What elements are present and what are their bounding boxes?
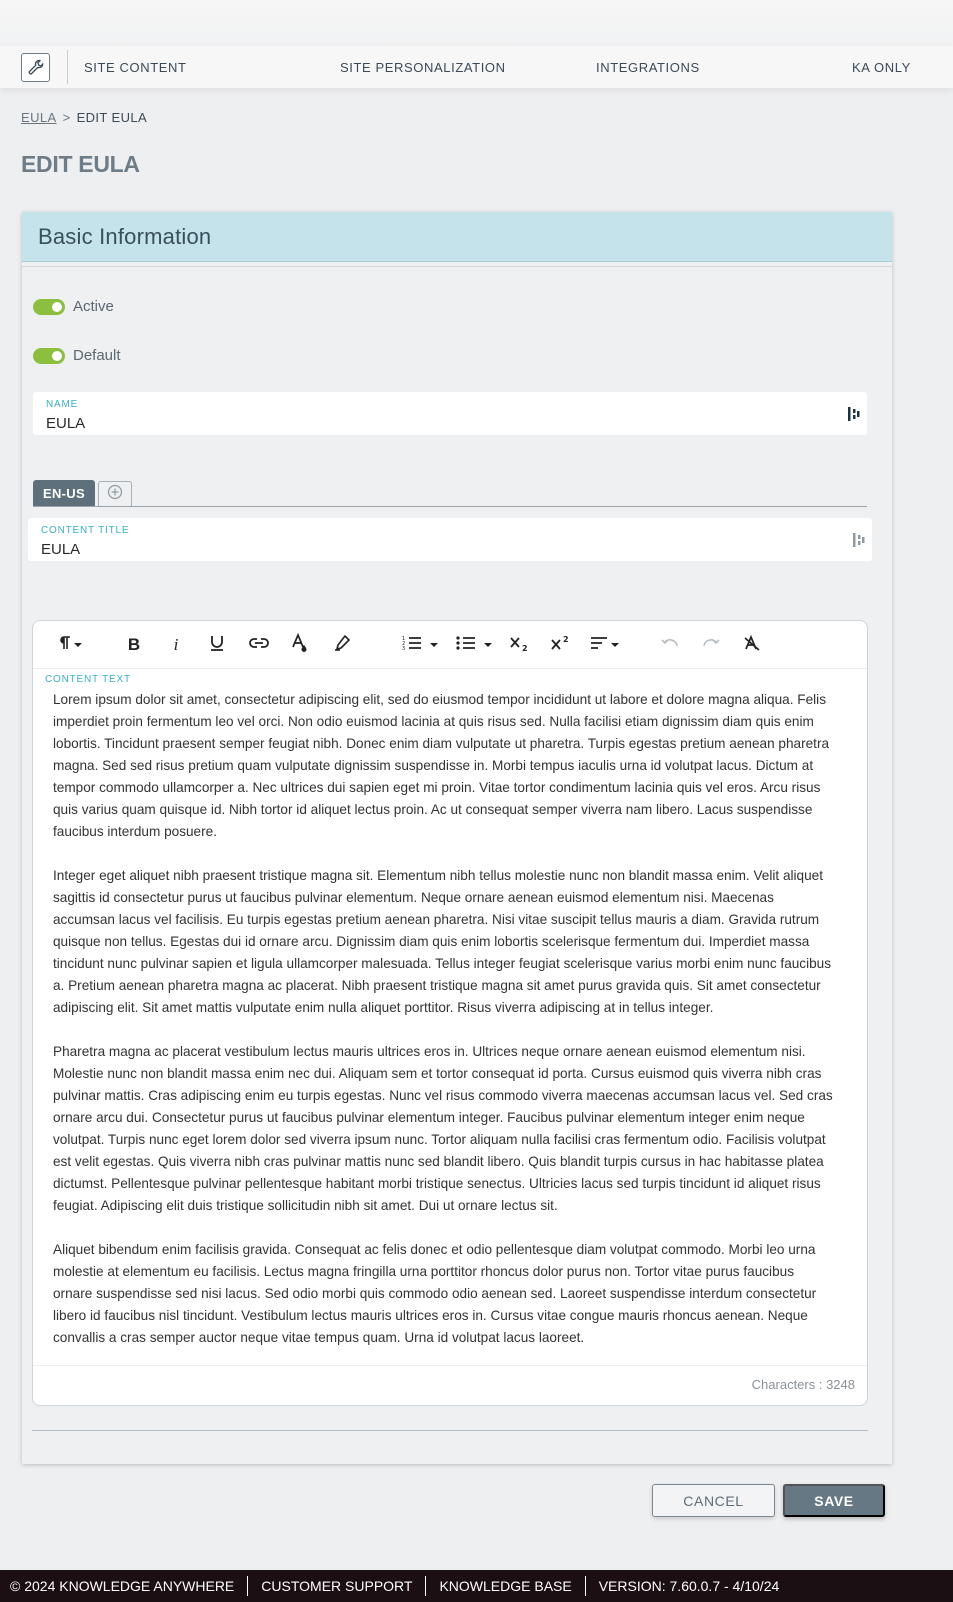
translate-icon[interactable] [853,533,865,552]
undo-button[interactable] [659,633,681,657]
add-language-tab[interactable] [98,481,132,506]
default-toggle[interactable] [33,347,65,364]
character-count: Characters : 3248 [751,1377,855,1392]
editor-footer-divider [33,1365,867,1366]
align-button[interactable] [586,633,622,657]
paragraph-icon [59,635,71,655]
name-field-label: NAME [46,399,79,410]
clear-formatting-button[interactable] [741,633,763,657]
align-left-icon [590,636,608,655]
content-title-field[interactable]: CONTENT TITLE EULA [28,518,872,561]
nav-integrations[interactable]: INTEGRATIONS [596,60,700,75]
subscript-icon: 2 [509,635,529,656]
italic-button[interactable]: i [165,633,187,657]
nav-site-personalization[interactable]: SITE PERSONALIZATION [340,60,506,75]
clear-formatting-icon [743,634,761,656]
footer-copyright: © 2024 KNOWLEDGE ANYWHERE [10,1578,235,1594]
content-title-value: EULA [41,541,81,558]
bold-button[interactable]: B [123,633,145,657]
text-color-button[interactable] [289,632,311,658]
subscript-button[interactable]: 2 [507,633,531,657]
translate-icon[interactable] [848,407,860,426]
ordered-list-icon: 123 [402,635,422,656]
content-paragraph: Pharetra magna ac placerat vestibulum le… [53,1044,833,1213]
footer-separator [584,1576,586,1596]
active-label: Active [73,298,114,315]
unordered-list-icon [456,635,476,656]
background-color-button[interactable] [331,633,353,657]
footer-customer-support-link[interactable]: CUSTOMER SUPPORT [261,1578,412,1594]
link-icon [248,636,270,654]
footer-version: VERSION: 7.60.0.7 - 4/10/24 [598,1578,780,1594]
footer-knowledge-base-link[interactable]: KNOWLEDGE BASE [439,1578,571,1594]
breadcrumb: EULA > EDIT EULA [21,110,147,125]
underline-button[interactable] [206,633,228,657]
ordered-list-button[interactable]: 123 [399,633,441,657]
name-field-value: EULA [46,415,86,432]
content-text-editor: B i 123 2 2 CONTENT TEXT Lorem ipsum dol… [32,620,868,1406]
active-toggle[interactable] [33,298,65,315]
breadcrumb-eula-link[interactable]: EULA [21,110,57,125]
default-label: Default [73,347,121,364]
underline-icon [209,634,225,657]
breadcrumb-current: EDIT EULA [76,110,148,125]
content-paragraph: Lorem ipsum dolor sit amet, consectetur … [53,692,830,839]
cancel-button[interactable]: CANCEL [652,1484,775,1517]
save-button[interactable]: SAVE [783,1484,885,1517]
nav-site-content[interactable]: SITE CONTENT [84,60,187,75]
card-header-divider [22,266,892,267]
wrench-icon[interactable] [21,53,50,82]
breadcrumb-separator: > [62,110,71,125]
active-toggle-row: Active [33,298,114,315]
card-header-title: Basic Information [38,224,212,249]
content-paragraph: Integer eget aliquet nibh praesent trist… [53,868,832,1015]
superscript-button[interactable]: 2 [548,633,572,657]
editor-toolbar: B i 123 2 2 [33,621,867,669]
highlighter-icon [333,634,351,657]
footer: © 2024 KNOWLEDGE ANYWHERE CUSTOMER SUPPO… [0,1570,953,1602]
content-text-area[interactable]: Lorem ipsum dolor sit amet, consectetur … [53,689,837,1371]
unordered-list-button[interactable] [453,633,495,657]
undo-icon [661,636,679,654]
redo-icon [702,636,720,654]
nav-divider [67,50,68,84]
insert-link-button[interactable] [246,633,272,657]
content-text-label: CONTENT TEXT [45,674,131,685]
footer-separator [247,1576,249,1596]
nav-ka-only[interactable]: KA ONLY [852,60,911,75]
svg-text:2: 2 [522,644,528,651]
plus-circle-icon [107,484,123,505]
content-paragraph: Aliquet bibendum enim facilisis gravida.… [53,1242,817,1345]
svg-text:2: 2 [563,635,569,644]
content-title-label: CONTENT TITLE [41,525,130,536]
name-field[interactable]: NAME EULA [33,392,867,435]
language-tabs: EN-US [33,480,867,507]
default-toggle-row: Default [33,347,121,364]
footer-separator [425,1576,427,1596]
top-nav: SITE CONTENT SITE PERSONALIZATION INTEGR… [0,46,953,88]
card-bottom-divider [32,1430,868,1431]
italic-icon: i [173,635,179,654]
svg-text:3: 3 [402,646,405,651]
card-header: Basic Information [22,212,892,262]
superscript-icon: 2 [550,635,570,656]
text-color-icon [291,632,309,658]
paragraph-format-button[interactable] [55,633,85,657]
basic-information-card: Basic Information Active Default NAME EU… [22,212,892,1464]
page-title: EDIT EULA [21,151,140,177]
tab-en-us[interactable]: EN-US [33,480,95,506]
redo-button[interactable] [700,633,722,657]
top-band [0,0,953,46]
bold-icon: B [127,635,141,654]
